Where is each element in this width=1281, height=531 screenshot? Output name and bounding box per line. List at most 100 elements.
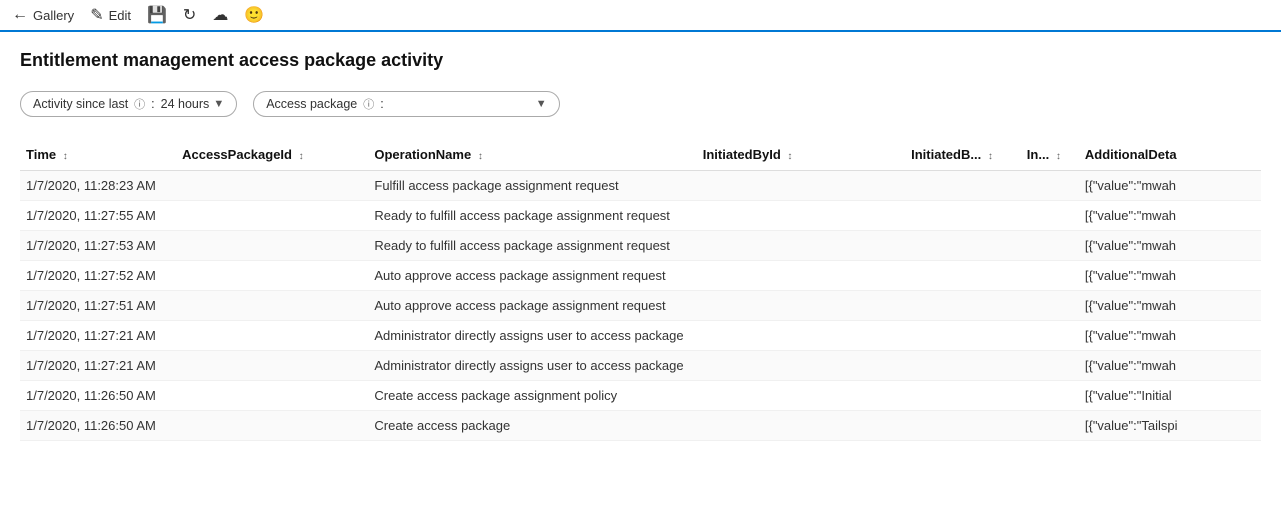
table-cell [1021,321,1079,351]
table-cell [697,411,905,441]
table-cell: 1/7/2020, 11:27:51 AM [20,291,176,321]
table-cell: Auto approve access package assignment r… [368,291,696,321]
table-row: 1/7/2020, 11:27:52 AMAuto approve access… [20,261,1261,291]
activity-dropdown-arrow: ▼ [213,98,224,110]
table-cell [905,291,1021,321]
table-cell [697,291,905,321]
table-cell [1021,201,1079,231]
table-cell: [{"value":"mwah [1079,231,1261,261]
table-cell [1021,231,1079,261]
table-body: 1/7/2020, 11:28:23 AM Fulfill access pack… [20,171,1261,441]
table-cell [176,381,368,411]
table-cell [697,201,905,231]
col-header-time[interactable]: Time ↕ [20,139,176,171]
table-cell: Administrator directly assigns user to a… [368,321,696,351]
table-cell: [{"value":"mwah [1079,321,1261,351]
access-dropdown-arrow: ▼ [536,98,547,110]
table-cell [1021,381,1079,411]
activity-info-icon[interactable]: ⓘ [134,96,145,112]
activity-filter-label: Activity since last [33,97,128,111]
emoji-button[interactable]: 🙂 [244,5,264,25]
table-cell [1021,171,1079,201]
back-label: Gallery [33,8,74,23]
table-cell [176,411,368,441]
col-header-operation-name[interactable]: OperationName ↕ [368,139,696,171]
table-cell: [{"value":"Initial [1079,381,1261,411]
table-cell: 1/7/2020, 11:26:50 AM [20,411,176,441]
edit-button[interactable]: ✎ Edit [90,5,131,25]
table-cell: Fulfill access package assignment reques… [368,171,696,201]
edit-icon: ✎ [90,5,103,25]
table-row: 1/7/2020, 11:26:50 AM Create access packa… [20,381,1261,411]
sort-icon-initiated-b[interactable]: ↕ [988,151,993,162]
table-row: 1/7/2020, 11:26:50 AMCreate access packa… [20,411,1261,441]
table-cell: 1/7/2020, 11:28:23 AM [20,171,176,201]
table-cell: 1/7/2020, 11:27:21 AM [20,351,176,381]
save-icon: 💾 [147,5,167,25]
back-button[interactable]: ← Gallery [12,6,74,24]
table-cell: [{"value":"Tailspi [1079,411,1261,441]
table-cell [905,321,1021,351]
table-cell: 1/7/2020, 11:27:53 AM [20,231,176,261]
table-cell [176,261,368,291]
table-header: Time ↕ AccessPackageId ↕ OperationName ↕… [20,139,1261,171]
table-cell: [{"value":"mwah [1079,171,1261,201]
activity-value: 24 hours [161,97,210,111]
sort-icon-in[interactable]: ↕ [1056,151,1061,162]
table-cell: [{"value":"mwah [1079,291,1261,321]
cloud-icon: ☁ [212,5,228,25]
access-package-filter[interactable]: Access package ⓘ : ▼ [253,91,559,117]
save-button[interactable]: 💾 [147,5,167,25]
activity-filter[interactable]: Activity since last ⓘ : 24 hours ▼ [20,91,237,117]
table-cell [905,411,1021,441]
sort-icon-time[interactable]: ↕ [63,151,68,162]
data-table: Time ↕ AccessPackageId ↕ OperationName ↕… [20,139,1261,441]
table-cell: [{"value":"mwah [1079,201,1261,231]
sort-icon-op[interactable]: ↕ [478,151,483,162]
table-cell [176,321,368,351]
access-package-select[interactable] [390,97,530,111]
activity-dropdown[interactable]: 24 hours ▼ [161,97,225,111]
table-cell [905,231,1021,261]
main-content: Entitlement management access package ac… [0,32,1281,459]
col-header-initiated-b[interactable]: InitiatedB... ↕ [905,139,1021,171]
table-cell [905,201,1021,231]
access-filter-label: Access package [266,97,357,111]
table-row: 1/7/2020, 11:27:21 AM Administrator direc… [20,321,1261,351]
page-title: Entitlement management access package ac… [20,50,1261,71]
table-cell: Create access package assignment policy [368,381,696,411]
table-cell: 1/7/2020, 11:27:21 AM [20,321,176,351]
table-cell [1021,261,1079,291]
table-row: 1/7/2020, 11:27:55 AMReady to fulfill ac… [20,201,1261,231]
col-header-initiated-by-id[interactable]: InitiatedById ↕ [697,139,905,171]
table-cell: 1/7/2020, 11:27:52 AM [20,261,176,291]
table-cell: 1/7/2020, 11:26:50 AM [20,381,176,411]
sort-icon-initiated-id[interactable]: ↕ [787,151,792,162]
table-cell: [{"value":"mwah [1079,261,1261,291]
sort-icon-pkg-id[interactable]: ↕ [299,151,304,162]
refresh-button[interactable]: ↻ [183,5,196,25]
col-header-additional-deta: AdditionalDeta [1079,139,1261,171]
table-cell [176,171,368,201]
table-cell: 1/7/2020, 11:27:55 AM [20,201,176,231]
table-cell [176,291,368,321]
table-cell [905,351,1021,381]
table-cell: Ready to fulfill access package assignme… [368,231,696,261]
table-cell [697,231,905,261]
table-row: 1/7/2020, 11:27:21 AM Administrator direc… [20,351,1261,381]
table-row: 1/7/2020, 11:27:53 AM Ready to fulfill ac… [20,231,1261,261]
table-row: 1/7/2020, 11:27:51 AM Auto approve access… [20,291,1261,321]
back-icon: ← [12,6,28,24]
table-cell [176,201,368,231]
col-header-access-package-id[interactable]: AccessPackageId ↕ [176,139,368,171]
table-cell [1021,351,1079,381]
access-info-icon[interactable]: ⓘ [363,96,374,112]
table-cell [697,321,905,351]
toolbar: ← Gallery ✎ Edit 💾 ↻ ☁ 🙂 [0,0,1281,32]
edit-label: Edit [109,8,131,23]
table-cell [176,231,368,261]
table-cell [176,351,368,381]
table-cell: Administrator directly assigns user to a… [368,351,696,381]
col-header-in[interactable]: In... ↕ [1021,139,1079,171]
cloud-button[interactable]: ☁ [212,5,228,25]
